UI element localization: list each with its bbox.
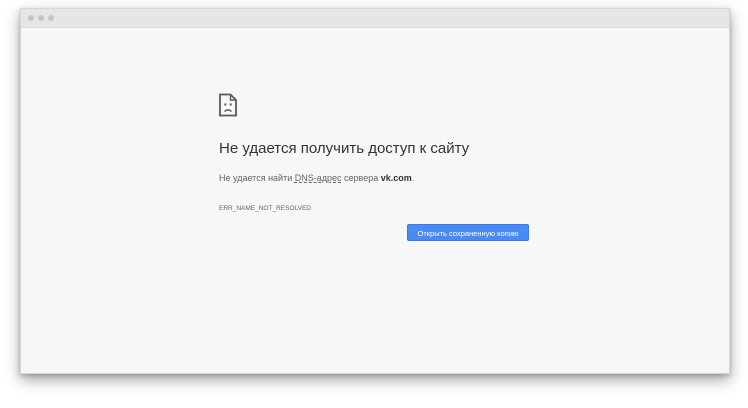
host-name: vk.com (380, 173, 412, 183)
sad-page-icon (218, 93, 238, 117)
error-code: ERR_NAME_NOT_RESOLVED (219, 205, 311, 212)
error-heading: Не удается получить доступ к сайту (219, 140, 470, 157)
title-bar (21, 9, 729, 28)
message-suffix: . (411, 173, 415, 183)
open-cached-copy-button[interactable]: Открыть сохраненную копию (407, 224, 529, 241)
maximize-window-dot[interactable] (48, 15, 54, 21)
close-window-dot[interactable] (28, 15, 34, 21)
message-prefix: Не удается найти (219, 173, 293, 183)
dns-address-link[interactable]: DNS-адрес (295, 173, 342, 183)
message-mid: сервера (344, 173, 379, 183)
error-page: Не удается получить доступ к сайту Не уд… (21, 28, 729, 373)
browser-window: Не удается получить доступ к сайту Не уд… (20, 8, 730, 374)
error-message: Не удается найти DNS-адрес сервера vk.co… (219, 173, 414, 183)
minimize-window-dot[interactable] (38, 15, 44, 21)
